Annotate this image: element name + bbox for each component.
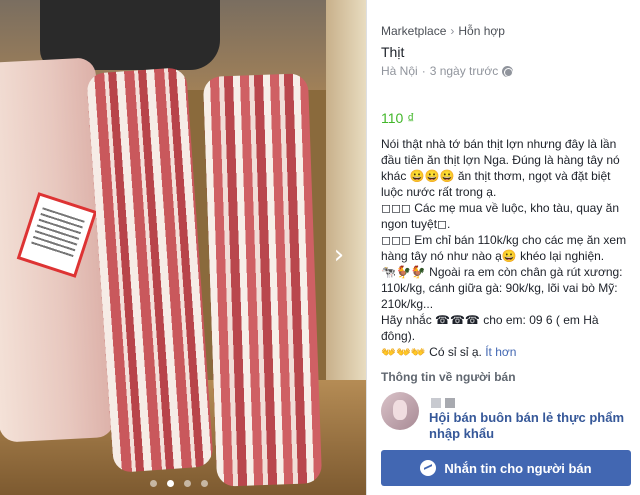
description-paragraph: 🐄🐓🐓 Ngoài ra em còn chân gà rút xương: 1…: [381, 265, 623, 311]
chevron-right-icon[interactable]: ›: [328, 240, 350, 270]
see-less-link[interactable]: Ít hơn: [485, 345, 516, 359]
seller-avatar[interactable]: [381, 392, 419, 430]
breadcrumb: Marketplace › Hỗn hợp: [381, 24, 505, 38]
listing-price: 110 ₫: [381, 110, 415, 126]
listing-title: Thịt: [381, 44, 405, 60]
listing-photo[interactable]: ›: [0, 0, 366, 495]
seller-info-heading: Thông tin về người bán: [381, 370, 516, 384]
listing-meta: Hà Nội · 3 ngày trước: [381, 64, 514, 78]
breadcrumb-category[interactable]: Hỗn hợp: [458, 24, 505, 38]
description-paragraph: ◻◻◻ Em chỉ bán 110k/kg cho các mẹ ăn xem…: [381, 233, 627, 263]
listing-location[interactable]: Hà Nội: [381, 64, 418, 78]
pork-belly-slab: [202, 73, 323, 487]
listing-details-panel: Marketplace › Hỗn hợp Thịt Hà Nội · 3 ngày…: [366, 0, 640, 495]
pagination-dot[interactable]: [201, 480, 208, 487]
listing-posted-time[interactable]: 3 ngày trước: [430, 64, 499, 78]
seller-name-link[interactable]: Hội bán buôn bán lẻ thực phẩm nhập khẩu: [429, 410, 629, 442]
description-paragraph: Hãy nhắc ☎☎☎ cho em: 09 6 ( em Hà đông).: [381, 313, 599, 343]
description-paragraph: Nói thật nhà tớ bán thịt lợn nhưng đây l…: [381, 137, 620, 199]
globe-icon: [502, 65, 514, 77]
message-seller-button[interactable]: Nhắn tin cho người bán: [381, 450, 631, 486]
breadcrumb-separator: ›: [450, 24, 455, 38]
pagination-dot[interactable]: [150, 480, 157, 487]
redacted-block: [431, 398, 441, 408]
pagination-dot[interactable]: [184, 480, 191, 487]
meta-separator: ·: [421, 64, 426, 78]
messenger-icon: [420, 460, 437, 476]
pagination-dot-active[interactable]: [167, 480, 174, 487]
breadcrumb-marketplace[interactable]: Marketplace: [381, 24, 446, 38]
description-last-line: 👐👐👐 Có sỉ sỉ ạ.: [381, 345, 482, 359]
message-seller-label: Nhắn tin cho người bán: [444, 460, 592, 476]
listing-description: Nói thật nhà tớ bán thịt lợn nhưng đây l…: [381, 136, 631, 360]
description-paragraph: 👐👐👐 Có sỉ sỉ ạ. Ít hơn: [381, 344, 631, 360]
redacted-block: [445, 398, 455, 408]
description-paragraph: ◻◻◻ Các mẹ mua về luộc, kho tàu, quay ăn…: [381, 201, 619, 231]
photo-pagination: [150, 480, 208, 487]
